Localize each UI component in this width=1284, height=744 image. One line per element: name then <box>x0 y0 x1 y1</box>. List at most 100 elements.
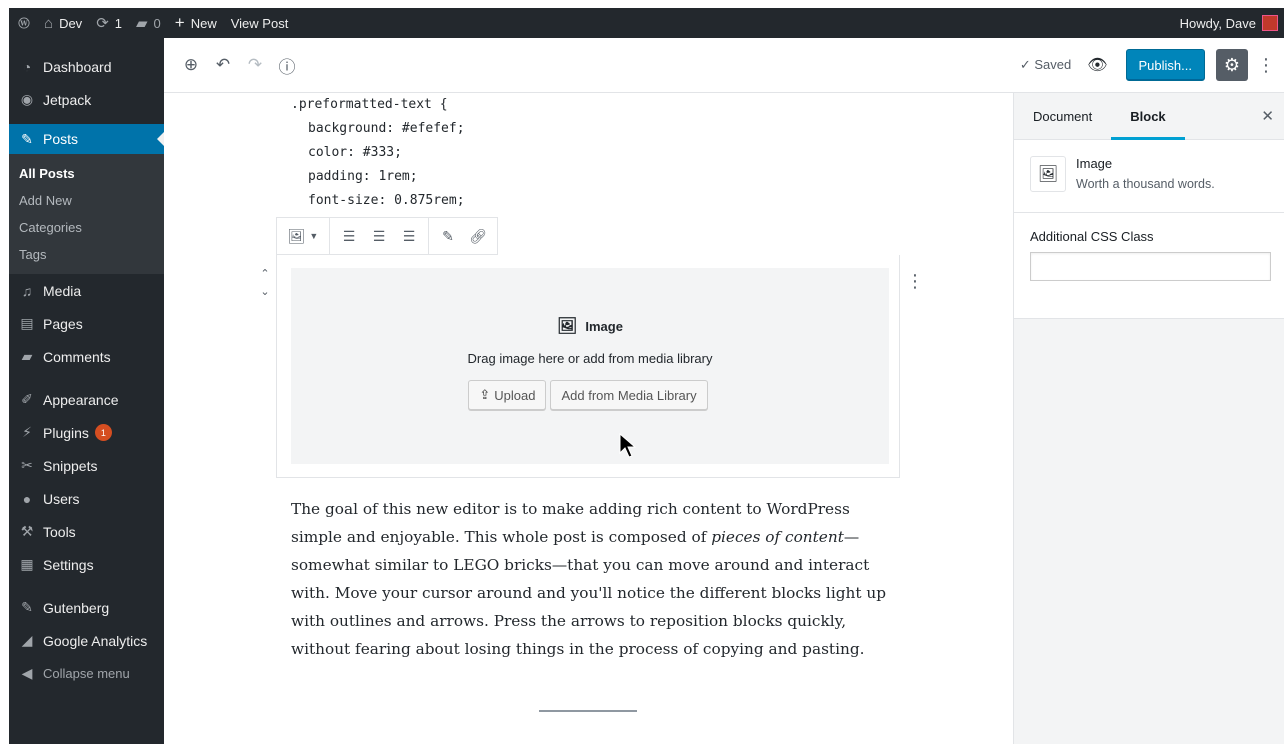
menu-item-posts[interactable]: ✎ Posts <box>9 124 164 154</box>
css-class-input[interactable] <box>1030 252 1271 281</box>
tab-block[interactable]: Block <box>1111 93 1186 140</box>
menu-item-media[interactable]: ♫ Media <box>9 274 164 307</box>
menu-label: Collapse menu <box>43 666 130 681</box>
collapse-menu-button[interactable]: ◀ Collapse menu <box>9 657 164 690</box>
image-block[interactable]: 🖼︎ Image Drag image here or add from med… <box>276 255 900 478</box>
insert-link-button[interactable]: 🔗︎ <box>463 221 493 251</box>
placeholder-title: Image <box>585 318 623 334</box>
menu-item-gutenberg[interactable]: ✎ Gutenberg <box>9 591 164 624</box>
menu-item-jetpack[interactable]: ◉ Jetpack <box>9 83 164 116</box>
image-icon: 🖼︎ <box>287 227 306 244</box>
align-right-icon: ☰ <box>402 227 416 244</box>
submenu-categories[interactable]: Categories <box>9 214 164 241</box>
media-library-button[interactable]: Add from Media Library <box>550 380 708 410</box>
info-icon: ⓘ <box>278 57 296 77</box>
plugins-update-badge: 1 <box>94 424 112 441</box>
site-name: Dev <box>59 15 83 31</box>
separator-block[interactable] <box>539 710 637 712</box>
menu-item-plugins[interactable]: ⚡ Plugins 1 <box>9 416 164 449</box>
move-down-button[interactable]: ⌄ <box>260 283 269 301</box>
menu-item-dashboard[interactable]: ◔ Dashboard <box>9 50 164 83</box>
menu-label: Comments <box>43 348 111 365</box>
align-left-button[interactable]: ☰ <box>334 221 364 251</box>
new-content-link[interactable]: + New <box>168 8 224 38</box>
upload-icon: ⇪ <box>479 387 491 402</box>
redo-button[interactable]: ↷ <box>239 49 271 81</box>
menu-item-google-analytics[interactable]: ◢ Google Analytics <box>9 624 164 657</box>
close-sidebar-button[interactable]: ✕ <box>1261 107 1274 125</box>
paragraph-emphasis: pieces of content <box>711 528 844 546</box>
submenu-all-posts[interactable]: All Posts <box>9 160 164 187</box>
svg-text:W: W <box>19 19 28 27</box>
code-line: .preformatted-text { <box>291 97 448 112</box>
menu-label: Dashboard <box>43 58 112 75</box>
submenu-tags[interactable]: Tags <box>9 241 164 268</box>
admin-menu: ◔ Dashboard ◉ Jetpack ✎ Posts All Posts Add… <box>9 38 164 744</box>
more-menu-button[interactable]: ⋮ <box>1256 49 1276 81</box>
menu-item-comments[interactable]: ▰ Comments <box>9 340 164 373</box>
publish-button[interactable]: Publish... <box>1125 49 1205 81</box>
media-icon: ♫ <box>21 282 33 299</box>
menu-item-appearance[interactable]: ✐ Appearance <box>9 383 164 416</box>
link-icon: 🔗︎ <box>469 227 487 244</box>
submenu-add-new[interactable]: Add New <box>9 187 164 214</box>
avatar <box>1262 15 1278 31</box>
menu-item-settings[interactable]: ▦ Settings <box>9 548 164 581</box>
users-icon: ● <box>22 490 32 507</box>
pages-icon: ▤ <box>20 315 34 331</box>
settings-toggle-button[interactable]: ⚙ <box>1216 49 1248 81</box>
posts-submenu: All Posts Add New Categories Tags <box>9 154 164 274</box>
scissors-icon: ✂ <box>21 457 33 473</box>
image-icon: 🖼︎ <box>1030 156 1066 192</box>
plug-icon: ⚡ <box>22 424 32 440</box>
view-post-link[interactable]: View Post <box>224 8 296 38</box>
menu-label: Posts <box>43 131 79 147</box>
vertical-ellipsis-icon: ⋮ <box>1257 54 1275 75</box>
comments-count: 0 <box>153 15 161 31</box>
paragraph-block[interactable]: The goal of this new editor is to make a… <box>291 495 891 663</box>
menu-label: Users <box>43 490 80 507</box>
my-account-link[interactable]: Howdy, Dave <box>1173 8 1284 38</box>
tab-document[interactable]: Document <box>1014 93 1111 139</box>
updates-link[interactable]: ⟳ 1 <box>89 8 129 38</box>
menu-item-snippets[interactable]: ✂ Snippets <box>9 449 164 482</box>
edit-image-button[interactable]: ✎ <box>433 221 463 251</box>
block-switcher-button[interactable]: 🖼︎ ▼ <box>281 221 325 251</box>
pencil-icon: ✎ <box>21 599 33 615</box>
sidebar-tabs: Document Block ✕ <box>1014 93 1284 140</box>
preformatted-block[interactable]: .preformatted-text { background: #efefef… <box>291 93 465 213</box>
content-info-button[interactable]: ⓘ <box>271 49 303 81</box>
undo-button[interactable]: ↶ <box>207 49 239 81</box>
mouse-cursor-icon <box>619 433 637 458</box>
block-mover: ⌃ ⌄ <box>258 265 272 301</box>
align-right-button[interactable]: ☰ <box>394 221 424 251</box>
site-name-link[interactable]: ⌂ Dev <box>37 8 89 38</box>
plus-circle-icon: ⊕ <box>183 55 199 74</box>
add-block-button[interactable]: ⊕ <box>175 49 207 81</box>
comments-icon: ▰ <box>21 348 33 364</box>
upload-button[interactable]: ⇪ Upload <box>468 380 547 410</box>
pencil-icon: ✎ <box>442 227 454 244</box>
move-up-button[interactable]: ⌃ <box>260 265 269 283</box>
redo-icon: ↷ <box>247 55 263 74</box>
updates-icon: ⟳ <box>96 15 109 32</box>
menu-item-tools[interactable]: ⚒ Tools <box>9 515 164 548</box>
comments-link[interactable]: ▰ 0 <box>129 8 168 38</box>
undo-icon: ↶ <box>215 55 231 74</box>
block-card-description: Worth a thousand words. <box>1076 177 1215 191</box>
align-center-button[interactable]: ☰ <box>364 221 394 251</box>
wordpress-logo-icon[interactable]: W <box>11 10 37 36</box>
editor-content: .preformatted-text { background: #efefef… <box>164 93 1013 744</box>
menu-label: Plugins <box>43 424 89 441</box>
menu-label: Settings <box>43 556 94 573</box>
preview-button[interactable]: 👁︎ <box>1087 55 1107 75</box>
editor-header: ⊕ ↶ ↷ ⓘ ✓ Saved 👁︎ Publish... ⚙ ⋮ <box>164 38 1284 93</box>
placeholder-instructions: Drag image here or add from media librar… <box>467 351 713 366</box>
align-left-icon: ☰ <box>342 227 356 244</box>
menu-item-pages[interactable]: ▤ Pages <box>9 307 164 340</box>
new-label: New <box>190 15 217 31</box>
block-settings-menu-button[interactable]: ⋮ <box>906 271 924 292</box>
menu-item-users[interactable]: ● Users <box>9 482 164 515</box>
css-class-label: Additional CSS Class <box>1030 229 1154 244</box>
menu-label: Appearance <box>43 391 119 408</box>
